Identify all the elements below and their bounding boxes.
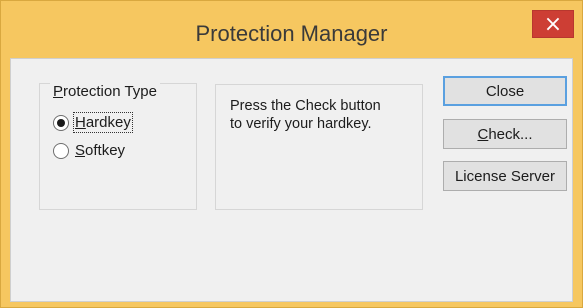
dialog-client-area: Protection Type Hardkey Softkey Press th… [10, 58, 573, 302]
hardkey-option[interactable]: Hardkey [53, 112, 133, 133]
softkey-radio[interactable] [53, 142, 69, 159]
hardkey-label-text: ardkey [85, 114, 131, 131]
protection-manager-window: Protection Manager × Protection Type Har… [0, 0, 583, 308]
protection-type-label: Protection Type [50, 83, 160, 100]
window-title: Protection Manager [195, 21, 388, 46]
protection-type-group: Protection Type Hardkey Softkey [39, 83, 197, 210]
softkey-label[interactable]: Softkey [75, 142, 125, 159]
check-button-mnemonic: C [477, 125, 489, 143]
protection-type-label-text: rotection Type [63, 83, 157, 100]
title-bar[interactable]: Protection Manager × [1, 1, 582, 56]
info-message-box: Press the Check button to verify your ha… [215, 84, 423, 210]
check-button[interactable]: Check... [443, 119, 567, 149]
info-message-line-1: Press the Check button [230, 98, 381, 114]
protection-type-label-mnemonic: P [53, 83, 64, 100]
hardkey-label-mnemonic: H [75, 114, 86, 131]
softkey-option[interactable]: Softkey [53, 142, 125, 159]
window-close-icon[interactable]: × [532, 10, 574, 38]
softkey-label-mnemonic: S [75, 142, 86, 159]
info-message-line-2: to verify your hardkey. [230, 116, 372, 132]
hardkey-label[interactable]: Hardkey [73, 112, 133, 133]
radio-selected-dot-icon [57, 118, 65, 127]
license-server-button[interactable]: License Server [443, 161, 567, 191]
hardkey-radio[interactable] [53, 114, 69, 131]
close-button[interactable]: Close [443, 76, 567, 106]
check-button-text: heck... [488, 125, 533, 143]
softkey-label-text: oftkey [85, 142, 126, 159]
